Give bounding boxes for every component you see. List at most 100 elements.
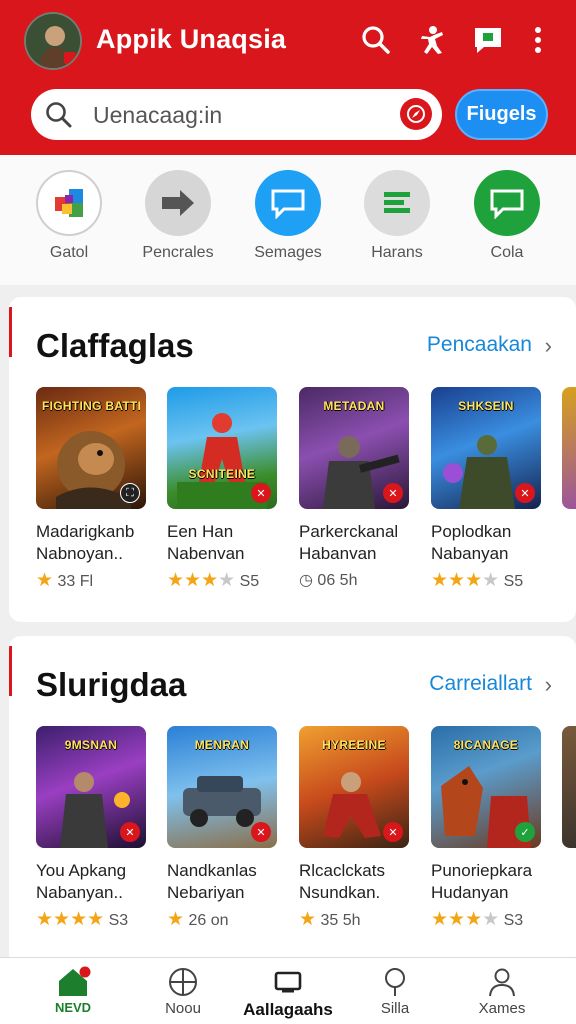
more-vert-icon[interactable] bbox=[522, 24, 554, 56]
star-icon: ★★★ bbox=[431, 909, 483, 930]
rating-text: 33 Fl bbox=[57, 573, 94, 590]
star-icon: ★★★ bbox=[167, 570, 219, 591]
pin-icon bbox=[340, 966, 450, 998]
app-rating: ★★★★ S5 bbox=[167, 571, 279, 591]
message-icon[interactable] bbox=[472, 24, 504, 56]
nav-item-profile[interactable]: Xames bbox=[447, 966, 557, 1017]
home-icon bbox=[18, 966, 128, 998]
app-rating: ◷ 06 5h bbox=[299, 571, 411, 591]
category-label: Gatol bbox=[49, 244, 89, 261]
compass-icon[interactable] bbox=[400, 98, 432, 130]
app-card-partial[interactable] bbox=[562, 726, 576, 848]
app-publisher: Nabnoyan.. bbox=[36, 544, 123, 563]
app-thumbnail: HYREEINE ✕ bbox=[299, 726, 409, 848]
app-rating: ★★★★ S3 bbox=[36, 910, 148, 930]
person-icon bbox=[447, 966, 557, 998]
game-badge-icon: ✕ bbox=[383, 822, 403, 842]
app-thumbnail bbox=[562, 387, 576, 509]
category-label: Harans bbox=[371, 244, 423, 261]
star-off-icon: ★ bbox=[482, 570, 500, 591]
app-rating: ★ 26 on bbox=[167, 910, 279, 930]
category-chip[interactable]: Cola bbox=[452, 170, 562, 262]
clock-icon: ◷ bbox=[299, 572, 313, 589]
rating-text: S3 bbox=[503, 912, 524, 929]
rating-text: S5 bbox=[503, 573, 524, 590]
star-off-icon: ★ bbox=[218, 570, 236, 591]
app-name: Poplodkan bbox=[431, 522, 512, 541]
search-icon bbox=[45, 101, 73, 134]
chevron-right-icon[interactable]: › bbox=[545, 333, 552, 359]
see-more-link[interactable]: Carreiallart bbox=[429, 672, 532, 696]
rating-text: S3 bbox=[108, 912, 129, 929]
app-thumbnail: MENRAN ✕ bbox=[167, 726, 277, 848]
game-badge-icon: ✕ bbox=[120, 822, 140, 842]
arrow-icon bbox=[145, 170, 211, 236]
app-publisher: Hudanyan bbox=[431, 883, 509, 902]
app-rating: ★★★★ S5 bbox=[431, 571, 543, 591]
app-section: Slurigdaa Carreiallart › 9MSNAN ✕ You Ap… bbox=[9, 636, 576, 966]
app-name: You Apkang bbox=[36, 861, 127, 880]
globe-icon bbox=[128, 966, 238, 998]
thumbnail-title: FIGHTING BATTLE bbox=[42, 399, 140, 413]
app-card[interactable]: 8ICANAGE ✓ Punoriepkara Hudanyan ★★★★ S3 bbox=[431, 726, 543, 930]
app-thumbnail: FIGHTING BATTLE ⛶ bbox=[36, 387, 146, 509]
thumbnail-title: SCNITEINE bbox=[188, 467, 256, 481]
cube-icon bbox=[36, 170, 102, 236]
app-card-partial[interactable] bbox=[562, 387, 576, 509]
app-card[interactable]: MENRAN ✕ Nandkanlas Nebariyan ★ 26 on bbox=[167, 726, 279, 930]
app-card[interactable]: HYREEINE ✕ Rlcaclckats Nsundkan. ★ 35 5h bbox=[299, 726, 411, 930]
nav-item-home[interactable]: NEVD bbox=[18, 966, 128, 1015]
app-name: Punoriepkara bbox=[431, 861, 533, 880]
bottom-nav: NEVD Noou Aallagaahs Silla Xames bbox=[0, 957, 576, 1024]
avatar[interactable] bbox=[24, 12, 82, 70]
section-accent bbox=[9, 646, 12, 696]
nav-item-tablet[interactable]: Aallagaahs bbox=[233, 966, 343, 1020]
filter-button[interactable]: Fiugels bbox=[455, 89, 548, 140]
app-card[interactable]: FIGHTING BATTLE ⛶ Madarigkanb Nabnoyan..… bbox=[36, 387, 148, 591]
nav-item-globe[interactable]: Noou bbox=[128, 966, 238, 1017]
game-badge-icon: ✕ bbox=[515, 483, 535, 503]
app-bar: Appik Unaqsia Uenacaag:in Fiugels bbox=[0, 0, 576, 155]
category-label: Cola bbox=[490, 244, 524, 261]
app-thumbnail: SCNITEINE ✕ bbox=[167, 387, 277, 509]
app-card[interactable]: 9MSNAN ✕ You Apkang Nabanyan.. ★★★★ S3 bbox=[36, 726, 148, 930]
app-name: Nandkanlas bbox=[167, 861, 257, 880]
thumbnail-title: HYREEINE bbox=[322, 738, 386, 752]
search-input[interactable]: Uenacaag:in bbox=[93, 102, 222, 129]
app-thumbnail: SHKSEIN ✕ bbox=[431, 387, 541, 509]
app-card[interactable]: METADAN ✕ Parkerckanal Habanvan ◷ 06 5h bbox=[299, 387, 411, 591]
person-dance-icon[interactable] bbox=[416, 24, 448, 56]
thumbnail-title: SHKSEIN bbox=[458, 399, 514, 413]
category-label: Pencrales bbox=[142, 244, 214, 261]
nav-label: NEVD bbox=[54, 1000, 92, 1015]
app-rating: ★ 35 5h bbox=[299, 910, 411, 930]
search-icon[interactable] bbox=[360, 24, 392, 56]
app-rating: ★★★★ S3 bbox=[431, 910, 543, 930]
star-off-icon: ★ bbox=[482, 909, 500, 930]
star-icon: ★ bbox=[299, 909, 317, 930]
app-title: Appik Unaqsia bbox=[96, 24, 287, 54]
chevron-right-icon[interactable]: › bbox=[545, 672, 552, 698]
nav-label: Noou bbox=[165, 1000, 201, 1017]
category-chip[interactable]: Semages bbox=[233, 170, 343, 262]
thumbnail-title: 9MSNAN bbox=[64, 738, 118, 752]
category-chip[interactable]: Pencrales bbox=[123, 170, 233, 262]
game-badge-icon: ✕ bbox=[383, 483, 403, 503]
rating-text: 26 on bbox=[188, 912, 229, 929]
app-name: Madarigkanb bbox=[36, 522, 135, 541]
nav-label: Aallagaahs bbox=[243, 1000, 333, 1019]
see-more-link[interactable]: Pencaakan bbox=[427, 333, 532, 357]
rating-text: 35 5h bbox=[320, 912, 361, 929]
fullscreen-icon: ⛶ bbox=[120, 483, 140, 503]
nav-item-pin[interactable]: Silla bbox=[340, 966, 450, 1017]
category-chip[interactable]: Gatol bbox=[14, 170, 124, 262]
app-card[interactable]: SCNITEINE ✕ Een Han Nabenvan ★★★★ S5 bbox=[167, 387, 279, 591]
category-chip[interactable]: Harans bbox=[342, 170, 452, 262]
app-card[interactable]: SHKSEIN ✕ Poplodkan Nabanyan ★★★★ S5 bbox=[431, 387, 543, 591]
search-bar[interactable]: Uenacaag:in bbox=[31, 89, 442, 140]
app-thumbnail: 9MSNAN ✕ bbox=[36, 726, 146, 848]
app-thumbnail: 8ICANAGE ✓ bbox=[431, 726, 541, 848]
tablet-icon bbox=[233, 966, 343, 998]
thumbnail-title: 8ICANAGE bbox=[453, 738, 519, 752]
star-icon: ★★★ bbox=[431, 570, 483, 591]
